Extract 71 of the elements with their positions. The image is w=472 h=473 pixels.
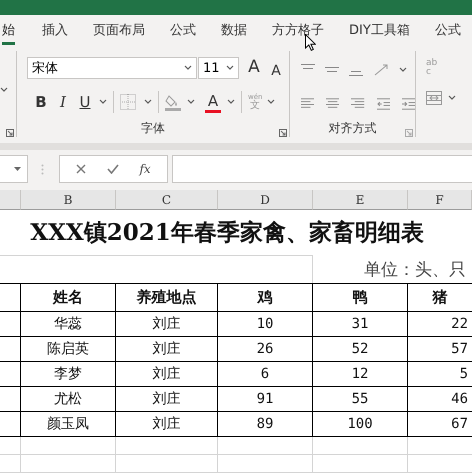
shrink-font-button[interactable]: A (268, 57, 284, 79)
caret-icon[interactable] (399, 67, 407, 73)
table-cell: 67 (408, 411, 472, 437)
ribbon-tab[interactable]: 公式 (434, 15, 461, 45)
increase-indent-icon[interactable] (402, 97, 416, 111)
caret-icon[interactable] (448, 95, 456, 101)
cancel-icon[interactable] (76, 164, 86, 174)
bold-button[interactable]: B (33, 91, 49, 113)
ribbon-tab[interactable]: 插入 (42, 15, 68, 45)
caret-icon[interactable] (187, 99, 195, 105)
formula-input[interactable] (172, 155, 472, 183)
cursor-icon (305, 34, 316, 51)
borders-icon[interactable] (120, 94, 136, 110)
table-cell: 100 (313, 411, 408, 437)
column-heading: 姓名 (21, 283, 116, 312)
table-cell: 57 (408, 336, 472, 362)
grow-font-button[interactable]: A (245, 57, 263, 79)
caret-icon[interactable] (99, 99, 107, 105)
select-all-corner[interactable] (0, 190, 21, 210)
empty-cell (0, 411, 21, 437)
empty-cell (0, 437, 21, 455)
column-header[interactable]: B (21, 190, 116, 210)
column-heading: 鸡 (218, 283, 313, 312)
table-cell: 刘庄 (116, 411, 218, 437)
fill-color-icon[interactable] (165, 93, 181, 111)
font-color-button[interactable]: A (205, 90, 221, 114)
insert-function-button[interactable]: fx (139, 162, 151, 176)
enter-icon[interactable] (106, 164, 119, 174)
caret-icon[interactable] (184, 65, 192, 71)
table-cell: 46 (408, 386, 472, 412)
caret-icon[interactable] (144, 99, 152, 105)
underline-button[interactable]: U (77, 91, 93, 113)
italic-button[interactable]: I (55, 91, 71, 113)
dialog-launcher-icon[interactable] (279, 129, 287, 137)
ribbon-tab[interactable]: 方方格子 (272, 15, 324, 45)
caret-icon[interactable] (0, 87, 8, 93)
table-cell: 颜玉凤 (21, 411, 116, 437)
sheet-title: XXX镇2021年春季家禽、家畜明细表 (30, 218, 424, 248)
column-heading: 养殖地点 (116, 283, 218, 312)
table-cell: 5 (408, 361, 472, 387)
align-left-icon[interactable] (301, 97, 314, 111)
group-label: 对齐方式 (328, 120, 378, 137)
caret-icon[interactable] (14, 167, 21, 171)
column-heading: 猪 (408, 283, 472, 312)
merge-cells-icon[interactable] (426, 91, 442, 105)
align-center-icon[interactable] (326, 97, 340, 111)
ribbon-tab[interactable]: 页面布局 (93, 15, 145, 45)
ribbon-tab[interactable]: DIY工具箱 (349, 15, 410, 45)
ribbon-tab[interactable]: 公式 (170, 15, 196, 45)
table-cell: 89 (218, 411, 313, 437)
caret-icon[interactable] (227, 99, 235, 105)
group-label: 字体 (140, 120, 166, 137)
font-size-field[interactable]: 11 (198, 57, 239, 79)
caret-icon[interactable] (226, 65, 234, 71)
empty-cell (0, 455, 21, 473)
ribbon-tab[interactable]: 数据 (221, 15, 247, 45)
column-header[interactable]: C (116, 190, 218, 210)
font-name-field[interactable]: 宋体 (27, 57, 197, 79)
column-header[interactable]: E (313, 190, 408, 210)
empty-cell (0, 283, 21, 312)
column-heading: 鸭 (313, 283, 408, 312)
decrease-indent-icon[interactable] (376, 97, 390, 111)
column-header[interactable]: F (408, 190, 472, 210)
caret-icon[interactable] (267, 99, 276, 105)
column-header[interactable]: D (218, 190, 313, 210)
unit-label: 单位：头、只 (364, 259, 466, 281)
table-cell: 22 (408, 311, 472, 337)
align-right-icon[interactable] (351, 97, 365, 111)
dialog-launcher-icon[interactable] (6, 129, 14, 137)
orientation-icon[interactable] (373, 63, 389, 77)
drag-handle-icon[interactable] (41, 164, 44, 175)
